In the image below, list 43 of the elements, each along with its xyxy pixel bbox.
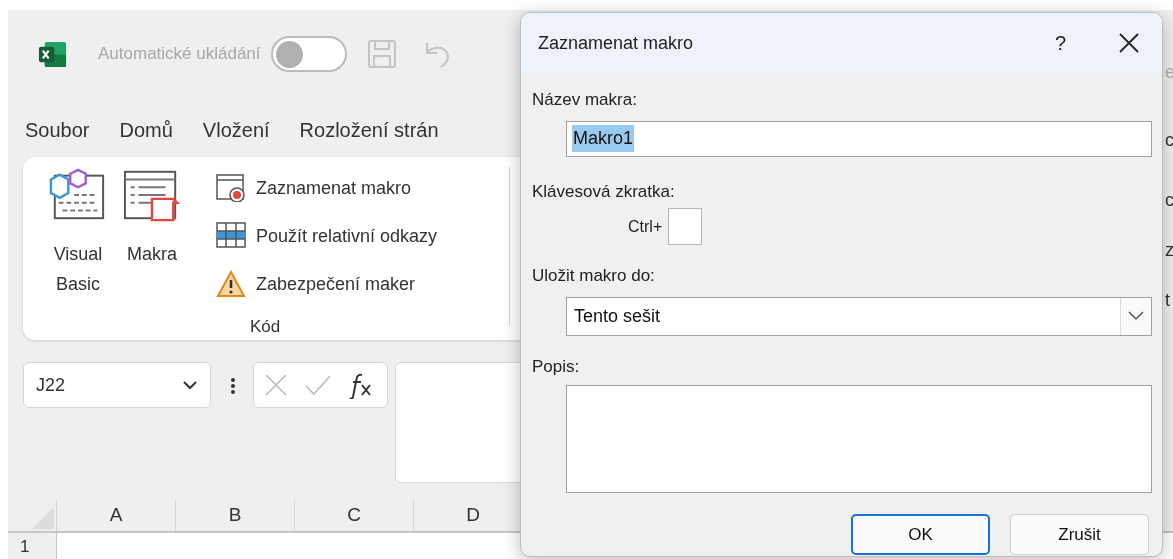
menu-tab[interactable]: Vložení [202, 115, 270, 145]
field-label: Ctrl+ [628, 216, 663, 237]
checkmark-icon[interactable] [304, 374, 332, 396]
help-button[interactable]: ? [1054, 28, 1066, 58]
edge-text: c [1165, 130, 1173, 150]
autosave-toggle[interactable] [270, 36, 347, 72]
autosave-label: Automatické ukládání [98, 43, 261, 66]
field-label: Název makra: [532, 89, 638, 111]
ribbon-button[interactable]: Zabezpečení maker [256, 270, 416, 298]
menu-tab[interactable]: Rozložení strán [299, 115, 439, 145]
ribbon-button[interactable]: Makra [127, 239, 177, 269]
shortcut-input-field[interactable] [668, 208, 703, 245]
window-title: Zaznamenat makro [538, 31, 695, 55]
ribbon-button[interactable]: Použít relativní odkazy [256, 222, 438, 250]
row-header[interactable]: 1 [8, 533, 56, 557]
menu-tab[interactable]: Soubor [25, 115, 90, 145]
dialog-button[interactable]: OK [851, 514, 990, 555]
name-box[interactable]: J22 [23, 362, 211, 408]
more-options-icon[interactable] [230, 377, 236, 395]
warning-icon [216, 270, 246, 298]
field-label: Popis: [532, 355, 581, 378]
chevron-down-icon [182, 380, 198, 390]
menu-tab[interactable]: Domů [119, 115, 173, 145]
save-icon[interactable] [366, 39, 397, 69]
column-header[interactable]: C [294, 500, 413, 531]
ribbon-button[interactable]: Zaznamenat makro [256, 174, 412, 202]
chevron-down-icon [1128, 311, 1144, 321]
column-header[interactable]: B [175, 500, 294, 531]
group-label: Kód [250, 316, 281, 338]
ribbon-button[interactable]: Visual Basic [53, 239, 103, 299]
edge-text: c [1165, 190, 1173, 210]
field-label: Klávesová zkratka: [532, 180, 676, 203]
close-icon[interactable] [1118, 32, 1140, 54]
edge-text: t [1165, 290, 1170, 310]
dialog-button[interactable]: Zrušit [1010, 514, 1149, 555]
field-label: Uložit makro do: [532, 265, 656, 287]
record-macro-icon [216, 174, 246, 202]
column-header[interactable]: A [56, 500, 175, 531]
edge-text: z [1165, 240, 1173, 260]
input-field[interactable]: Makro1 [566, 120, 1152, 157]
dropdown[interactable]: Tento sešit [566, 296, 1152, 336]
grid-table-icon [216, 222, 246, 250]
description-field[interactable] [566, 385, 1152, 493]
